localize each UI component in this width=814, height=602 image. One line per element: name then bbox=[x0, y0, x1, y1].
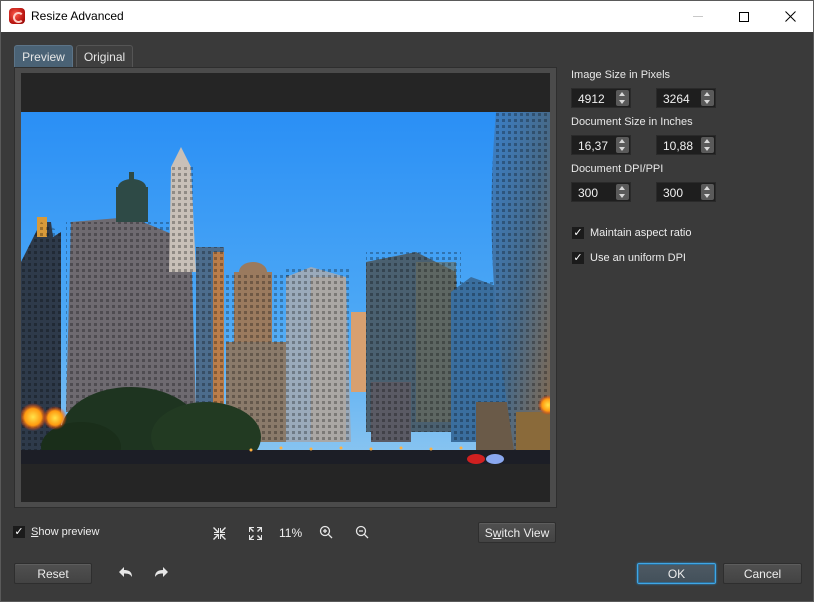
maximize-button[interactable] bbox=[721, 1, 767, 32]
image-size-label: Image Size in Pixels bbox=[571, 69, 671, 81]
zoom-in-icon bbox=[319, 525, 333, 539]
checkmark-icon: ✓ bbox=[572, 252, 584, 264]
close-icon bbox=[784, 11, 796, 22]
title-bar: Resize Advanced bbox=[1, 1, 813, 32]
compress-icon bbox=[212, 526, 226, 540]
show-preview-label: Show preview bbox=[31, 526, 99, 538]
document-width-spinbox[interactable]: 16,37 bbox=[571, 135, 631, 155]
zoom-out-button[interactable] bbox=[354, 524, 370, 540]
spin-arrows-icon[interactable] bbox=[701, 137, 714, 153]
uniform-dpi-checkbox[interactable]: ✓ Use an uniform DPI bbox=[572, 252, 686, 264]
close-button[interactable] bbox=[767, 1, 813, 32]
image-height-value: 3264 bbox=[663, 92, 690, 106]
zoom-out-icon bbox=[355, 525, 369, 539]
minimize-button[interactable] bbox=[675, 1, 721, 32]
dpi-horizontal-spinbox[interactable]: 300 bbox=[571, 182, 631, 202]
maintain-aspect-ratio-label: Maintain aspect ratio bbox=[590, 227, 692, 239]
label-pre: S bbox=[484, 525, 493, 540]
minimize-icon bbox=[693, 16, 703, 17]
spin-arrows-icon[interactable] bbox=[616, 137, 629, 153]
document-height-value: 10,88 bbox=[663, 139, 694, 153]
cancel-button[interactable]: Cancel bbox=[723, 563, 802, 584]
app-logo-icon bbox=[9, 8, 25, 24]
undo-button[interactable] bbox=[118, 565, 134, 581]
switch-view-button[interactable]: Sw itch View bbox=[478, 522, 556, 543]
undo-icon bbox=[119, 567, 132, 577]
maximize-icon bbox=[739, 11, 749, 22]
preview-panel bbox=[14, 67, 557, 508]
label-rest: how preview bbox=[38, 526, 100, 538]
dpi-vertical-spinbox[interactable]: 300 bbox=[656, 182, 716, 202]
document-size-label: Document Size in Inches bbox=[571, 116, 693, 128]
mnemonic: w bbox=[492, 525, 502, 540]
dpi-horizontal-value: 300 bbox=[578, 186, 599, 200]
tab-preview[interactable]: Preview bbox=[14, 45, 73, 67]
preview-image bbox=[21, 112, 550, 464]
ok-button[interactable]: OK bbox=[637, 563, 716, 584]
image-width-value: 4912 bbox=[578, 92, 605, 106]
show-preview-checkbox[interactable]: ✓ Show preview bbox=[13, 526, 99, 538]
reset-button[interactable]: Reset bbox=[14, 563, 92, 584]
zoom-in-button[interactable] bbox=[318, 524, 334, 540]
uniform-dpi-label: Use an uniform DPI bbox=[590, 252, 686, 264]
label-rest: itch View bbox=[501, 525, 550, 540]
dpi-label: Document DPI/PPI bbox=[571, 163, 664, 175]
tab-original[interactable]: Original bbox=[76, 45, 133, 67]
resize-advanced-dialog: Resize Advanced Preview Original Image S… bbox=[0, 0, 814, 602]
redo-icon bbox=[155, 567, 168, 577]
document-height-spinbox[interactable]: 10,88 bbox=[656, 135, 716, 155]
spin-arrows-icon[interactable] bbox=[616, 184, 629, 200]
window-title: Resize Advanced bbox=[31, 9, 124, 23]
spin-arrows-icon[interactable] bbox=[701, 90, 714, 106]
fit-to-window-button[interactable] bbox=[211, 525, 227, 541]
spin-arrows-icon[interactable] bbox=[701, 184, 714, 200]
dpi-vertical-value: 300 bbox=[663, 186, 684, 200]
redo-button[interactable] bbox=[153, 565, 169, 581]
image-height-spinbox[interactable]: 3264 bbox=[656, 88, 716, 108]
document-width-value: 16,37 bbox=[578, 139, 609, 153]
zoom-level: 11% bbox=[279, 526, 303, 540]
checkmark-icon: ✓ bbox=[572, 227, 584, 239]
checkmark-icon: ✓ bbox=[13, 526, 25, 538]
actual-size-button[interactable] bbox=[247, 525, 263, 541]
expand-icon bbox=[248, 526, 262, 540]
image-width-spinbox[interactable]: 4912 bbox=[571, 88, 631, 108]
maintain-aspect-ratio-checkbox[interactable]: ✓ Maintain aspect ratio bbox=[572, 227, 692, 239]
preview-canvas[interactable] bbox=[21, 73, 550, 502]
spin-arrows-icon[interactable] bbox=[616, 90, 629, 106]
